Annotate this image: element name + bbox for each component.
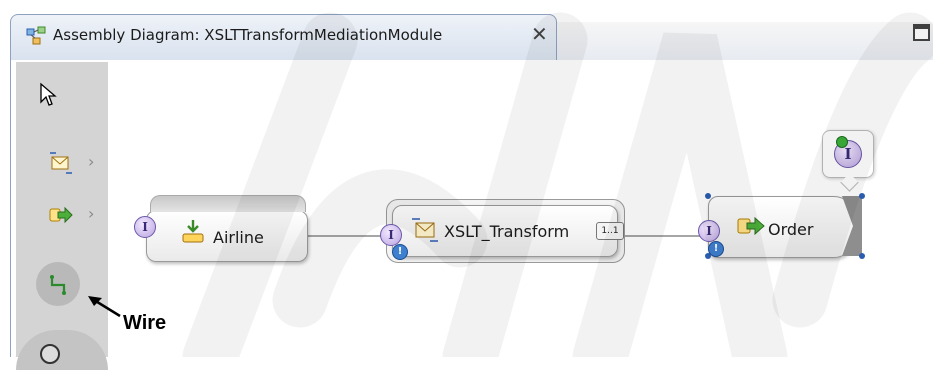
node-header-bar — [150, 195, 306, 212]
annotation-arrow-icon — [88, 296, 121, 318]
multiplicity-badge: 1..1 — [596, 222, 624, 240]
order-label: Order — [768, 220, 814, 239]
export-icon — [182, 220, 204, 243]
import-icon — [737, 216, 765, 236]
reference-icon: ! — [392, 244, 408, 260]
selection-handle[interactable] — [859, 253, 865, 259]
palette-more-icon[interactable] — [40, 344, 60, 364]
interface-icon[interactable]: I — [698, 220, 720, 242]
selection-handle[interactable] — [705, 193, 711, 199]
reference-icon: ! — [708, 241, 724, 257]
airline-label: Airline — [213, 228, 264, 247]
xslt-transform-label: XSLT_Transform — [444, 222, 570, 241]
interface-icon[interactable]: I — [380, 224, 402, 246]
mediation-flow-icon — [412, 218, 438, 242]
interface-icon[interactable]: I — [134, 216, 156, 238]
wire-annotation-label: Wire — [123, 312, 167, 334]
wire-connections — [307, 235, 706, 237]
selection-handle[interactable] — [859, 193, 865, 199]
assembly-diagram-editor: Assembly Diagram: XSLTTransformMediation… — [0, 0, 933, 370]
add-plus-icon — [836, 136, 848, 148]
